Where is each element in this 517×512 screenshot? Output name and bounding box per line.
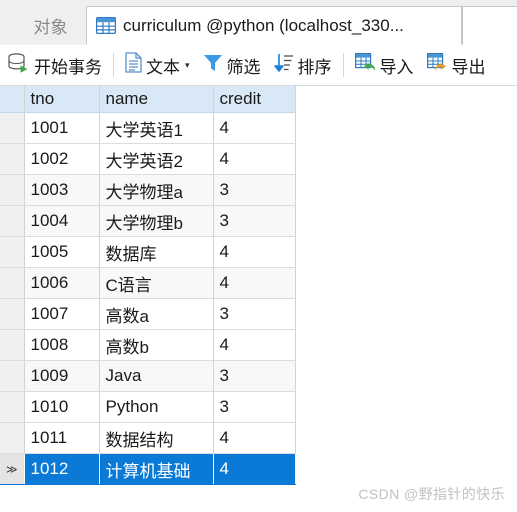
- chevron-down-icon[interactable]: ▾: [185, 60, 190, 70]
- import-button-label: 导入: [379, 57, 414, 77]
- cell-name[interactable]: 计算机基础: [99, 453, 214, 485]
- tab-strip-empty-slot: [462, 6, 517, 45]
- cell-credit[interactable]: 4: [213, 267, 296, 299]
- table-row[interactable]: 1006 C语言 4: [0, 267, 296, 299]
- row-indicator[interactable]: [0, 236, 25, 268]
- cell-name[interactable]: 大学英语1: [99, 112, 214, 144]
- row-indicator[interactable]: [0, 267, 25, 299]
- tab-objects[interactable]: 对象: [8, 6, 86, 45]
- data-grid: tno name credit 1001 大学英语1 4 1002 大学英语2 4 1003…: [0, 86, 296, 485]
- cell-credit[interactable]: 4: [213, 143, 296, 175]
- cell-credit[interactable]: 3: [213, 360, 296, 392]
- data-grid-panel: tno name credit 1001 大学英语1 4 1002 大学英语2 4 1003…: [0, 86, 517, 512]
- table-row[interactable]: 1010 Python 3: [0, 391, 296, 423]
- cell-credit[interactable]: 4: [213, 453, 296, 485]
- cell-credit[interactable]: 3: [213, 174, 296, 206]
- sort-descending-icon: [273, 53, 294, 78]
- grid-icon: [95, 16, 117, 35]
- table-row[interactable]: 1005 数据库 4: [0, 236, 296, 268]
- column-header-tno[interactable]: tno: [24, 86, 100, 113]
- cell-tno[interactable]: 1010: [24, 391, 100, 423]
- cell-name[interactable]: 数据结构: [99, 422, 214, 454]
- row-indicator[interactable]: [0, 360, 25, 392]
- database-play-icon: [8, 52, 30, 78]
- cell-name[interactable]: 数据库: [99, 236, 214, 268]
- toolbar-separator: [113, 53, 114, 77]
- table-row[interactable]: 1002 大学英语2 4: [0, 143, 296, 175]
- row-indicator[interactable]: [0, 391, 25, 423]
- column-header-credit[interactable]: credit: [213, 86, 296, 113]
- row-indicator[interactable]: [0, 422, 25, 454]
- cell-tno[interactable]: 1012: [24, 453, 100, 485]
- row-indicator[interactable]: [0, 329, 25, 361]
- table-row[interactable]: 1003 大学物理a 3: [0, 174, 296, 206]
- data-grid-body: 1001 大学英语1 4 1002 大学英语2 4 1003 大学物理a 3 1004 大学物理b 3…: [0, 112, 296, 485]
- export-grid-icon: [426, 53, 448, 77]
- cell-tno[interactable]: 1002: [24, 143, 100, 175]
- import-button[interactable]: 导入: [351, 48, 418, 82]
- row-indicator[interactable]: ≫: [0, 453, 25, 485]
- cell-tno[interactable]: 1008: [24, 329, 100, 361]
- filter-button[interactable]: 筛选: [199, 48, 265, 82]
- cell-tno[interactable]: 1001: [24, 112, 100, 144]
- tab-curriculum-table[interactable]: curriculum @python (localhost_330...: [86, 6, 462, 45]
- begin-transaction-label: 开始事务: [34, 57, 102, 77]
- cell-credit[interactable]: 4: [213, 329, 296, 361]
- cell-tno[interactable]: 1005: [24, 236, 100, 268]
- funnel-icon: [203, 53, 223, 78]
- row-indicator[interactable]: [0, 112, 25, 144]
- table-row[interactable]: 1008 高数b 4: [0, 329, 296, 361]
- cell-name[interactable]: 大学英语2: [99, 143, 214, 175]
- cell-name[interactable]: 高数a: [99, 298, 214, 330]
- tab-strip: 对象 curriculum @python (localhost_330...: [0, 0, 517, 45]
- watermark: CSDN @野指针的快乐: [358, 486, 505, 502]
- cell-tno[interactable]: 1004: [24, 205, 100, 237]
- cell-name[interactable]: Python: [99, 391, 214, 423]
- row-indicator[interactable]: [0, 298, 25, 330]
- cell-tno[interactable]: 1006: [24, 267, 100, 299]
- cell-name[interactable]: Java: [99, 360, 214, 392]
- column-header-name[interactable]: name: [99, 86, 214, 113]
- text-button[interactable]: 文本 ▾: [121, 48, 194, 82]
- toolbar-separator-2: [342, 53, 344, 77]
- tab-curriculum-label: curriculum @python (localhost_330...: [123, 15, 404, 35]
- header-row-indicator: [0, 86, 25, 113]
- row-indicator[interactable]: [0, 174, 25, 206]
- cell-name[interactable]: 大学物理a: [99, 174, 214, 206]
- row-indicator[interactable]: [0, 205, 25, 237]
- filter-button-label: 筛选: [226, 57, 261, 77]
- table-row[interactable]: 1004 大学物理b 3: [0, 205, 296, 237]
- cell-tno[interactable]: 1007: [24, 298, 100, 330]
- toolbar: 开始事务 文本 ▾ 筛选 排序 导入 导出: [0, 45, 517, 86]
- table-row[interactable]: 1007 高数a 3: [0, 298, 296, 330]
- sort-button[interactable]: 排序: [270, 48, 336, 82]
- export-button[interactable]: 导出: [423, 48, 490, 82]
- import-grid-icon: [354, 53, 376, 77]
- cell-name[interactable]: 大学物理b: [99, 205, 214, 237]
- cell-credit[interactable]: 4: [213, 236, 296, 268]
- header-row: tno name credit: [0, 86, 296, 113]
- cell-credit[interactable]: 3: [213, 391, 296, 423]
- data-grid-header: tno name credit: [0, 86, 296, 113]
- begin-transaction-button[interactable]: 开始事务: [4, 48, 106, 82]
- cell-name[interactable]: C语言: [99, 267, 214, 299]
- table-row[interactable]: ≫ 1012 计算机基础 4: [0, 453, 296, 485]
- row-indicator[interactable]: [0, 143, 25, 175]
- cell-name[interactable]: 高数b: [99, 329, 214, 361]
- table-row[interactable]: 1009 Java 3: [0, 360, 296, 392]
- export-button-label: 导出: [451, 57, 486, 77]
- tab-objects-label: 对象: [33, 18, 68, 37]
- table-row[interactable]: 1011 数据结构 4: [0, 422, 296, 454]
- sort-button-label: 排序: [297, 57, 332, 77]
- cell-tno[interactable]: 1003: [24, 174, 100, 206]
- document-text-icon: [125, 52, 142, 78]
- cell-credit[interactable]: 3: [213, 298, 296, 330]
- cell-tno[interactable]: 1011: [24, 422, 100, 454]
- cell-tno[interactable]: 1009: [24, 360, 100, 392]
- text-button-label: 文本: [146, 57, 180, 77]
- cell-credit[interactable]: 4: [213, 422, 296, 454]
- cell-credit[interactable]: 3: [213, 205, 296, 237]
- cell-credit[interactable]: 4: [213, 112, 296, 144]
- table-row[interactable]: 1001 大学英语1 4: [0, 112, 296, 144]
